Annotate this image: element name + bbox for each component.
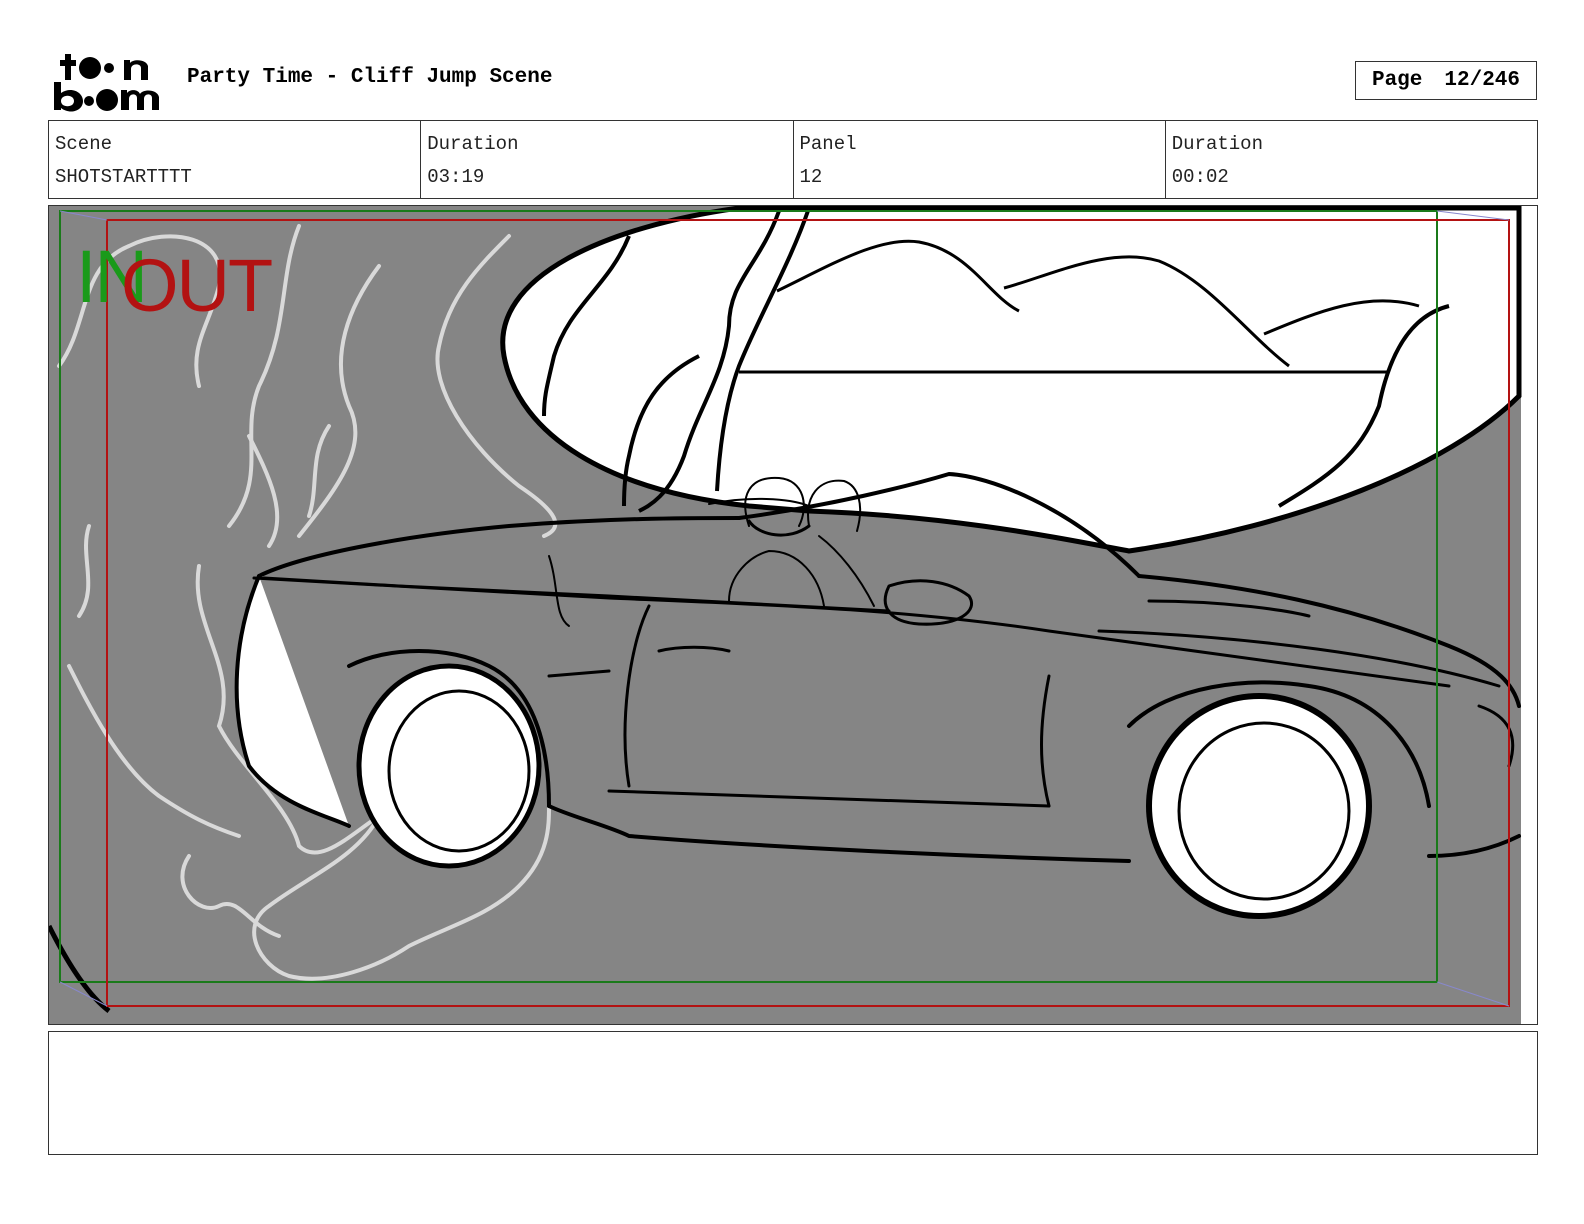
scene-label: Scene (55, 133, 113, 155)
toon-boom-logo (52, 50, 164, 112)
scene-duration-label: Duration (427, 133, 519, 155)
panel-duration-label: Duration (1171, 133, 1263, 155)
panel-label: Panel (799, 133, 857, 155)
panel-duration-value: 00:02 (1171, 166, 1229, 188)
project-title: Party Time - Cliff Jump Scene (187, 66, 553, 89)
page-label: Page (1371, 69, 1423, 92)
out-marker-label: OUT (121, 244, 273, 327)
scene-duration-cell: Duration 03:19 (421, 121, 794, 198)
scene-value: SHOTSTARTTTT (55, 166, 192, 188)
panel-info-table: Scene SHOTSTARTTTT Duration 03:19 Panel … (48, 120, 1538, 199)
scene-cell: Scene SHOTSTARTTTT (49, 121, 422, 198)
storyboard-panel[interactable]: IN OUT (48, 205, 1538, 1025)
panel-cell: Panel 12 (794, 121, 1166, 198)
panel-notes-box[interactable] (48, 1031, 1538, 1155)
panel-sketch (49, 206, 1537, 1024)
scene-duration-value: 03:19 (427, 166, 485, 188)
page-indicator: Page 12/246 (1355, 61, 1537, 100)
page-number: 12/246 (1444, 69, 1521, 92)
toon-boom-logo-icon (54, 54, 159, 112)
panel-value: 12 (799, 166, 823, 188)
panel-duration-cell: Duration 00:02 (1166, 121, 1537, 198)
